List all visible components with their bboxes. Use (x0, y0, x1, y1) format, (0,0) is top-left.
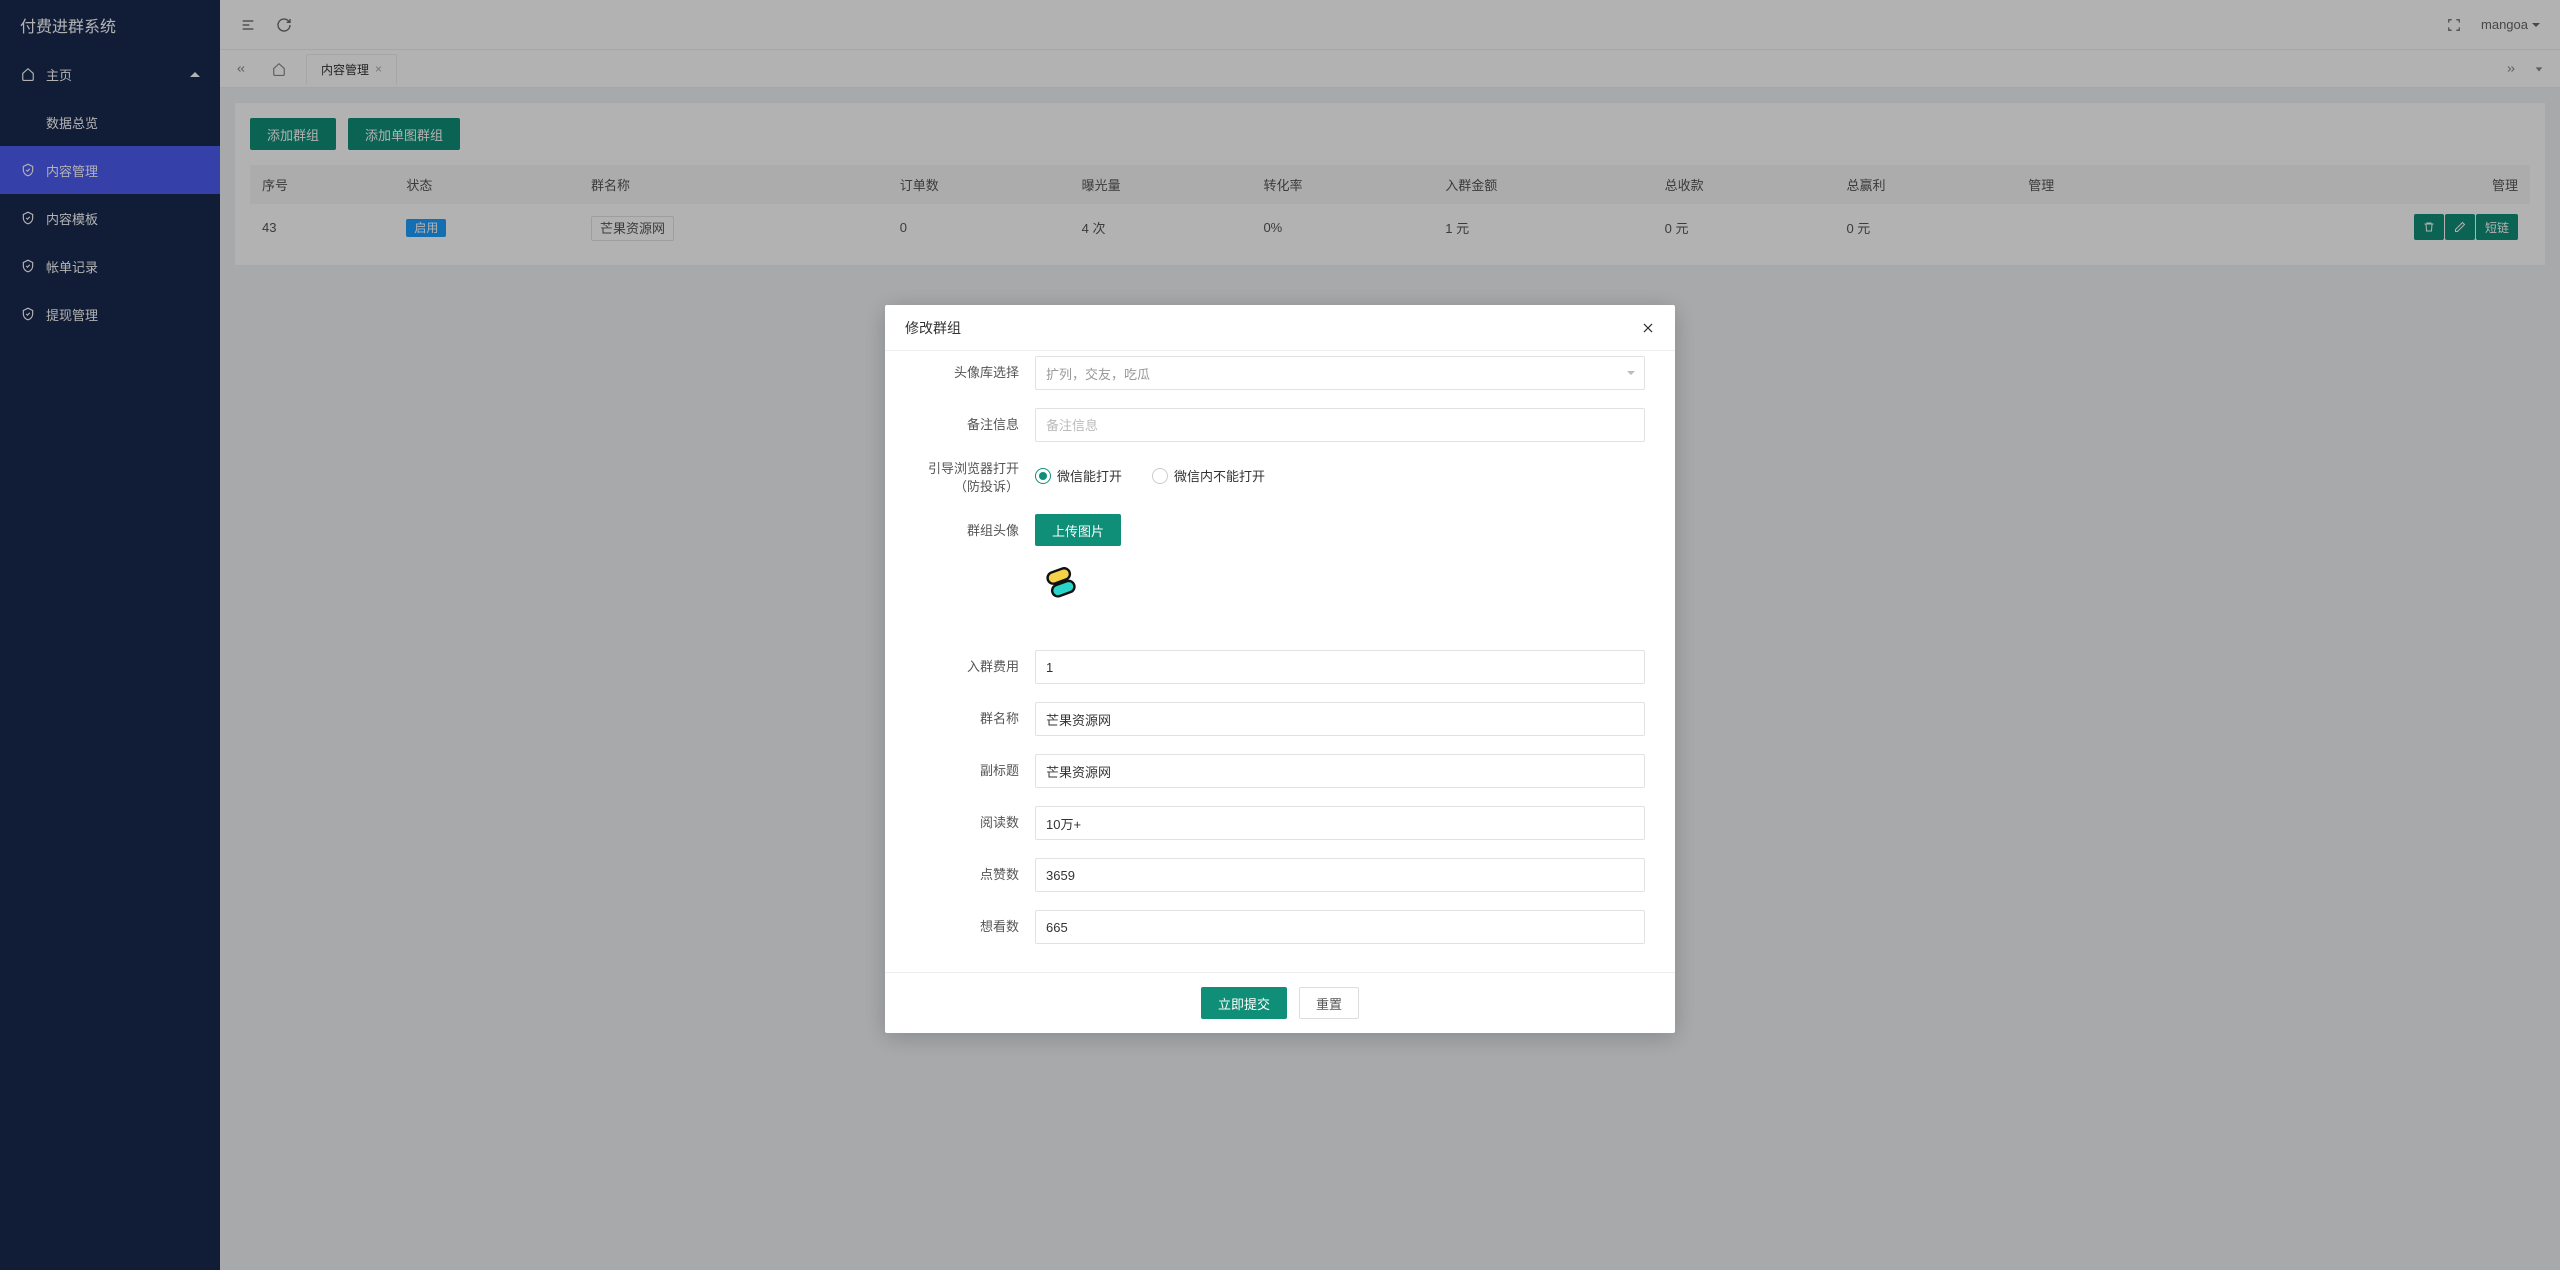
label-avatar-lib: 头像库选择 (915, 364, 1035, 382)
close-icon (1641, 321, 1655, 335)
label-read-count: 阅读数 (915, 814, 1035, 832)
like-count-input[interactable] (1035, 858, 1645, 892)
label-remark: 备注信息 (915, 416, 1035, 434)
label-join-fee: 入群费用 (915, 658, 1035, 676)
remark-input[interactable] (1035, 408, 1645, 442)
label-group-avatar: 群组头像 (915, 514, 1035, 540)
dialog-close-button[interactable] (1641, 321, 1655, 335)
want-count-input[interactable] (1035, 910, 1645, 944)
modal-overlay: 修改群组 头像库选择 备注信息 引导浏览器打开（防投诉） (0, 0, 2560, 1270)
radio-label: 微信内不能打开 (1174, 466, 1265, 485)
radio-wechat-can-open[interactable]: 微信能打开 (1035, 466, 1122, 485)
radio-label: 微信能打开 (1057, 466, 1122, 485)
read-count-input[interactable] (1035, 806, 1645, 840)
avatar-lib-select[interactable] (1035, 356, 1645, 390)
avatar-lib-value[interactable] (1035, 356, 1645, 390)
avatar-preview (1035, 558, 1089, 612)
caret-down-icon (1627, 371, 1635, 375)
avatar-icon (1039, 562, 1085, 608)
join-fee-input[interactable] (1035, 650, 1645, 684)
subtitle-input[interactable] (1035, 754, 1645, 788)
label-subtitle: 副标题 (915, 762, 1035, 780)
edit-group-dialog: 修改群组 头像库选择 备注信息 引导浏览器打开（防投诉） (885, 305, 1675, 1033)
upload-image-button[interactable]: 上传图片 (1035, 514, 1121, 546)
label-group-name: 群名称 (915, 710, 1035, 728)
reset-button[interactable]: 重置 (1299, 987, 1359, 1019)
radio-wechat-cannot-open[interactable]: 微信内不能打开 (1152, 466, 1265, 485)
submit-button[interactable]: 立即提交 (1201, 987, 1287, 1019)
label-like-count: 点赞数 (915, 866, 1035, 884)
label-browser-guide: 引导浏览器打开（防投诉） (915, 460, 1035, 496)
label-want-count: 想看数 (915, 918, 1035, 936)
group-name-input[interactable] (1035, 702, 1645, 736)
dialog-title: 修改群组 (905, 318, 961, 338)
